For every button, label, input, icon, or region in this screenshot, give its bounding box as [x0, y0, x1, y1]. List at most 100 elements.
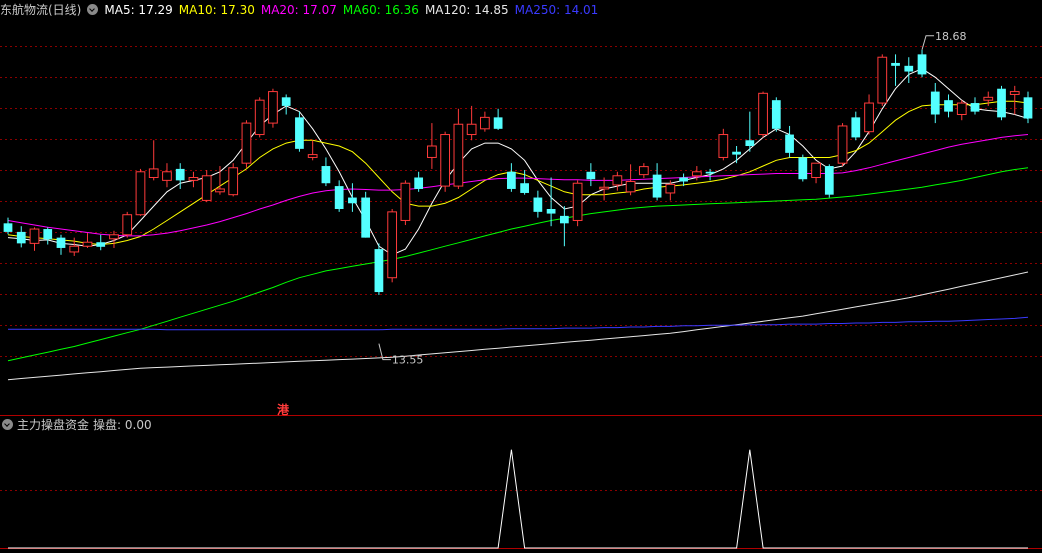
candle[interactable] [348, 183, 357, 212]
stock-title[interactable]: 东航物流(日线) [0, 3, 81, 17]
candle[interactable] [466, 105, 477, 141]
candle[interactable] [891, 54, 900, 86]
candle[interactable] [374, 243, 384, 295]
annotation-label: 13.55 [392, 354, 424, 367]
candle-body [771, 100, 781, 129]
chevron-down-icon[interactable] [87, 4, 99, 15]
candle[interactable] [638, 163, 649, 179]
ma-line-ma20 [7, 134, 1029, 237]
candle[interactable] [82, 233, 93, 248]
candle[interactable] [652, 163, 662, 201]
candle[interactable] [864, 94, 874, 135]
candle[interactable] [453, 108, 464, 189]
candle[interactable] [135, 168, 146, 216]
candle[interactable] [321, 157, 331, 187]
candle[interactable] [122, 211, 133, 238]
candle[interactable] [281, 94, 291, 115]
candle[interactable] [1009, 85, 1020, 115]
candle[interactable] [162, 163, 172, 188]
candle[interactable] [904, 57, 914, 83]
candle[interactable] [877, 54, 888, 106]
candle-body [732, 151, 741, 155]
candlesticks[interactable] [3, 49, 1033, 295]
candle[interactable] [16, 226, 26, 248]
candle[interactable] [572, 180, 583, 227]
candle-body [109, 234, 119, 240]
candle[interactable] [507, 163, 516, 192]
candle[interactable] [851, 111, 861, 141]
candle[interactable] [201, 170, 212, 203]
candle-body [466, 123, 477, 136]
candle[interactable] [824, 164, 834, 198]
candle[interactable] [837, 123, 848, 167]
candle[interactable] [56, 234, 66, 255]
candle-body [877, 56, 888, 104]
candle[interactable] [586, 163, 596, 187]
ma-line-ma5 [7, 68, 1029, 256]
candle[interactable] [811, 162, 821, 184]
indicator-title[interactable]: 主力操盘资金 [17, 418, 89, 432]
candle-body [798, 157, 808, 180]
candle[interactable] [361, 191, 371, 238]
candle[interactable] [705, 168, 715, 181]
candle[interactable] [970, 97, 980, 115]
candle[interactable] [414, 171, 424, 192]
candle[interactable] [785, 125, 794, 158]
candle[interactable] [758, 91, 768, 138]
chart-canvas[interactable]: 18.68 13.55 [0, 0, 1042, 553]
candle-body [507, 171, 516, 189]
candle[interactable] [917, 49, 927, 78]
chevron-down-icon[interactable] [2, 419, 13, 430]
candle[interactable] [188, 171, 199, 188]
candle[interactable] [493, 108, 503, 130]
candle[interactable] [798, 154, 808, 182]
candle-body [997, 88, 1006, 118]
candle-body [824, 166, 834, 195]
candle-body [215, 188, 225, 193]
candle[interactable] [254, 97, 265, 138]
candle[interactable] [930, 83, 940, 124]
sub-indicator-panel[interactable] [8, 449, 1028, 549]
candle[interactable] [307, 140, 318, 161]
candle[interactable] [427, 123, 437, 169]
hk-marker[interactable]: 港 [277, 401, 289, 418]
candle[interactable] [148, 140, 159, 181]
candle[interactable] [3, 217, 13, 235]
candle[interactable] [268, 88, 278, 128]
candle[interactable] [599, 177, 609, 201]
candle-body [891, 62, 900, 66]
candle-body [414, 177, 424, 189]
candle[interactable] [732, 146, 741, 164]
candle[interactable] [387, 209, 398, 283]
candle[interactable] [1023, 91, 1033, 124]
candle-body [307, 154, 318, 158]
candle-body [665, 183, 676, 194]
ma60-label: MA60: 16.36 [342, 3, 419, 17]
candle[interactable] [295, 111, 304, 152]
candle[interactable] [956, 100, 967, 121]
candle[interactable] [718, 128, 729, 161]
candle[interactable] [96, 234, 106, 251]
candle[interactable] [440, 131, 451, 192]
candle[interactable] [228, 163, 239, 197]
ma5-label: MA5: 17.29 [104, 3, 173, 17]
candle[interactable] [43, 227, 53, 245]
candle-body [201, 175, 212, 201]
annotation-label: 18.68 [935, 30, 967, 43]
candle[interactable] [612, 171, 623, 191]
candle[interactable] [559, 206, 569, 247]
candle-body [599, 186, 609, 190]
candle[interactable] [480, 111, 490, 132]
candle[interactable] [944, 94, 953, 118]
main-chart-legend: 东航物流(日线) MA5: 17.29 MA10: 17.30 MA20: 17.07… [0, 1, 604, 19]
candle[interactable] [533, 190, 543, 218]
candle-body [638, 166, 649, 176]
candle[interactable] [771, 97, 781, 132]
candle[interactable] [997, 85, 1006, 121]
candle[interactable] [241, 120, 252, 168]
candle[interactable] [29, 227, 40, 251]
candle-body [691, 171, 702, 177]
candle[interactable] [400, 180, 411, 226]
candle[interactable] [745, 111, 755, 152]
candle[interactable] [334, 180, 344, 212]
